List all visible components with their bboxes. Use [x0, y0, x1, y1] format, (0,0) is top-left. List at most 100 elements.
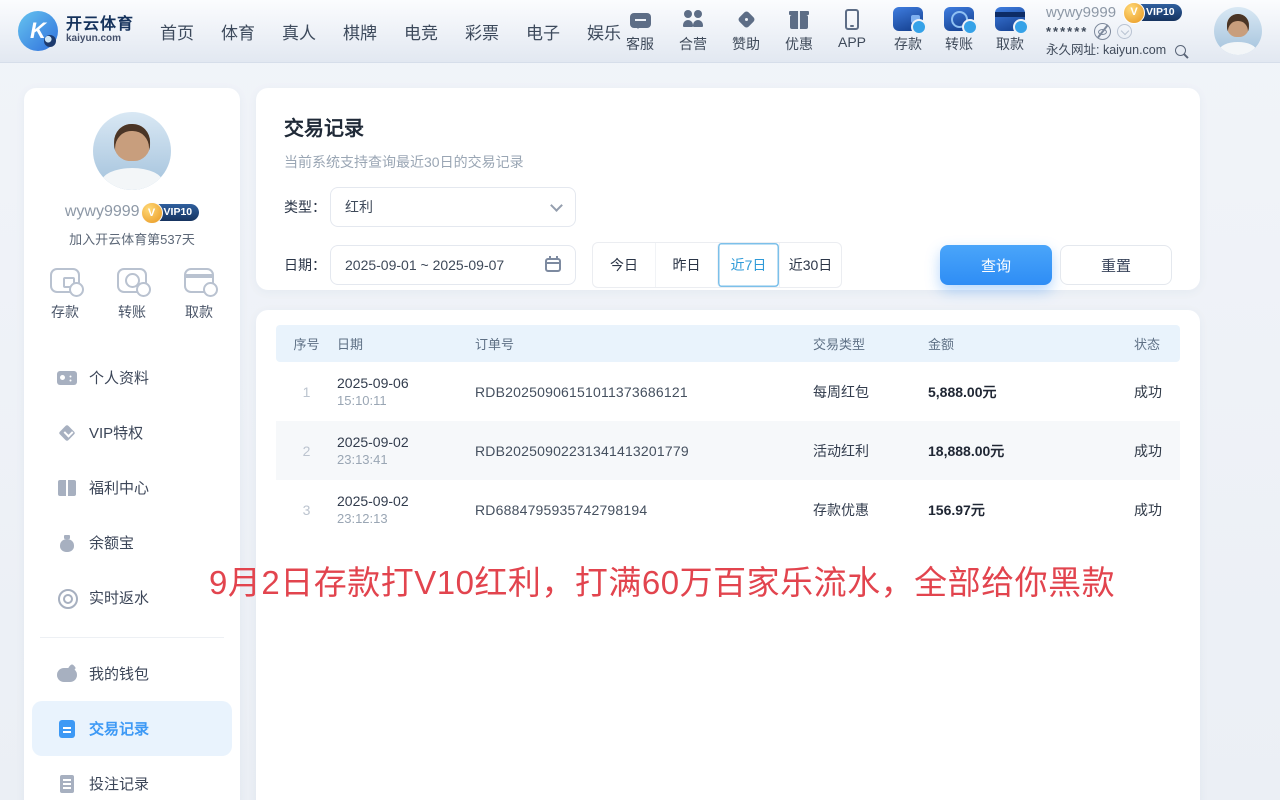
sidebar-menu-item[interactable]: 福利中心: [32, 460, 232, 515]
nav-link[interactable]: 电竞: [404, 19, 438, 44]
quick-range-button[interactable]: 近7日: [717, 243, 779, 287]
nav-link[interactable]: 彩票: [465, 19, 499, 44]
sidebar-menu-item[interactable]: 我的钱包: [32, 646, 232, 701]
brand-logo[interactable]: K 开云体育 kaiyun.com: [18, 11, 134, 51]
page-subtitle: 当前系统支持查询最近30日的交易记录: [284, 152, 1172, 172]
sidebar-menu-label: 余额宝: [89, 532, 134, 553]
wallet-action[interactable]: 取款: [992, 8, 1028, 54]
cell-index: 3: [276, 502, 337, 518]
type-select[interactable]: 红利: [330, 187, 576, 227]
quick-range-button[interactable]: 近30日: [779, 243, 841, 287]
cell-date-value: 2025-09-02: [337, 433, 475, 451]
date-label: 日期：: [284, 255, 330, 275]
table-body: 1 2025-09-06 15:10:11 RDB202509061510113…: [276, 362, 1180, 539]
masked-balance: ******: [1046, 23, 1088, 40]
table-row[interactable]: 3 2025-09-02 23:12:13 RD6884795935742798…: [276, 480, 1180, 539]
eye-off-icon[interactable]: [1094, 23, 1111, 40]
chevron-down-icon: [550, 199, 563, 212]
wallet-shortcut[interactable]: 取款: [184, 268, 214, 322]
wallet-action-icon: [995, 7, 1025, 31]
transactions-table-card: 序号日期订单号交易类型金额状态 1 2025-09-06 15:10:11 RD…: [256, 310, 1200, 800]
magnifier-icon[interactable]: [1175, 45, 1186, 56]
main-nav: 首页 体育 真人 棋牌 电竞 彩票 电子 娱乐: [160, 19, 621, 44]
profile-avatar[interactable]: [93, 112, 171, 190]
sidebar-menu-bottom: 我的钱包 交易记录 投注记录: [24, 646, 240, 800]
profile-vip-badge: VIP10: [150, 204, 200, 221]
sidebar-menu-item[interactable]: 投注记录: [32, 756, 232, 800]
quick-range-button[interactable]: 今日: [593, 243, 655, 287]
table-header-cell: 订单号: [475, 334, 813, 353]
cell-status: 成功: [1134, 382, 1180, 402]
wallet-action[interactable]: 存款: [890, 8, 926, 54]
filter-card: 交易记录 当前系统支持查询最近30日的交易记录 类型： 红利 日期： 2025-…: [256, 88, 1200, 290]
wallet-action-icon: [944, 7, 974, 31]
wallet-actions: 存款 转账 取款: [890, 8, 1028, 54]
nav-link[interactable]: 棋牌: [343, 19, 377, 44]
sidebar-menu-label: 我的钱包: [89, 663, 149, 684]
reset-button[interactable]: 重置: [1060, 245, 1172, 285]
table-header-cell: 交易类型: [813, 334, 928, 353]
wallet-shortcut[interactable]: 存款: [50, 268, 80, 322]
quick-range-group: 今日昨日近7日近30日: [592, 242, 842, 288]
cell-date-value: 2025-09-02: [337, 492, 475, 510]
cell-order-number: RD6884795935742798194: [475, 502, 813, 518]
quick-action[interactable]: APP: [834, 8, 870, 54]
quick-action-icon: [790, 15, 808, 29]
username: wywy9999: [1046, 4, 1116, 21]
sidebar-menu-item[interactable]: 实时返水: [32, 570, 232, 625]
sidebar-menu-item[interactable]: VIP特权: [32, 405, 232, 460]
sidebar-menu-item[interactable]: 交易记录: [32, 701, 232, 756]
quick-action[interactable]: 优惠: [781, 8, 817, 54]
sidebar-menu-icon: [57, 719, 77, 739]
cell-transaction-type: 存款优惠: [813, 500, 928, 520]
quick-actions: 客服 合营 赞助 优惠 APP: [622, 8, 870, 54]
cell-time-value: 23:13:41: [337, 451, 475, 469]
sidebar-menu-item[interactable]: 个人资料: [32, 350, 232, 405]
table-header-row: 序号日期订单号交易类型金额状态: [276, 325, 1180, 362]
table-row[interactable]: 2 2025-09-02 23:13:41 RDB202509022313414…: [276, 421, 1180, 480]
quick-action[interactable]: 客服: [622, 8, 658, 54]
wallet-shortcut-icon: [50, 268, 80, 293]
red-annotation-text: 9月2日存款打V10红利，打满60万百家乐流水，全部给你黑款: [209, 556, 1115, 604]
user-block: wywy9999 VIP10 ****** 永久网址: kaiyun.com: [1046, 4, 1204, 59]
cell-index: 1: [276, 384, 337, 400]
quick-action-icon: [845, 9, 859, 30]
page-title: 交易记录: [284, 112, 1172, 141]
cell-date: 2025-09-06 15:10:11: [337, 374, 475, 410]
sidebar-menu-item[interactable]: 余额宝: [32, 515, 232, 570]
wallet-shortcut-label: 存款: [51, 302, 79, 322]
nav-link[interactable]: 真人: [282, 19, 316, 44]
permanent-url-label: 永久网址: kaiyun.com: [1046, 42, 1166, 59]
topbar: K 开云体育 kaiyun.com 首页 体育 真人 棋牌 电竞 彩票 电子 娱乐 客服 合营…: [0, 0, 1280, 62]
quick-action[interactable]: 赞助: [728, 8, 764, 54]
cell-order-number: RDB20250906151011373686121: [475, 384, 813, 400]
sidebar-menu-icon: [57, 478, 77, 498]
quick-action-label: 客服: [626, 34, 654, 54]
user-avatar[interactable]: [1214, 7, 1262, 55]
cell-order-number: RDB20250902231341413201779: [475, 443, 813, 459]
nav-link[interactable]: 体育: [221, 19, 255, 44]
search-button[interactable]: 查询: [940, 245, 1052, 285]
chevron-circle-icon[interactable]: [1117, 24, 1132, 39]
cell-index: 2: [276, 443, 337, 459]
quick-range-button[interactable]: 昨日: [655, 243, 717, 287]
table-header-cell: 序号: [276, 334, 337, 353]
sidebar-menu-icon: [57, 533, 77, 553]
quick-action-label: 赞助: [732, 34, 760, 54]
nav-link[interactable]: 娱乐: [587, 19, 621, 44]
wallet-shortcut[interactable]: 转账: [117, 268, 147, 322]
sidebar-menu-label: 实时返水: [89, 587, 149, 608]
quick-action[interactable]: 合营: [675, 8, 711, 54]
sidebar-menu-icon: [57, 368, 77, 388]
wallet-action[interactable]: 转账: [941, 8, 977, 54]
quick-action-label: 合营: [679, 34, 707, 54]
type-label: 类型：: [284, 197, 330, 217]
table-row[interactable]: 1 2025-09-06 15:10:11 RDB202509061510113…: [276, 362, 1180, 421]
nav-link[interactable]: 首页: [160, 19, 194, 44]
nav-link[interactable]: 电子: [526, 19, 560, 44]
cell-time-value: 15:10:11: [337, 392, 475, 410]
date-range-input[interactable]: 2025-09-01 ~ 2025-09-07: [330, 245, 576, 285]
type-select-value: 红利: [345, 197, 373, 217]
sidebar-menu-top: 个人资料 VIP特权 福利中心 余额宝 实时返水: [24, 350, 240, 625]
wallet-shortcut-label: 取款: [185, 302, 213, 322]
